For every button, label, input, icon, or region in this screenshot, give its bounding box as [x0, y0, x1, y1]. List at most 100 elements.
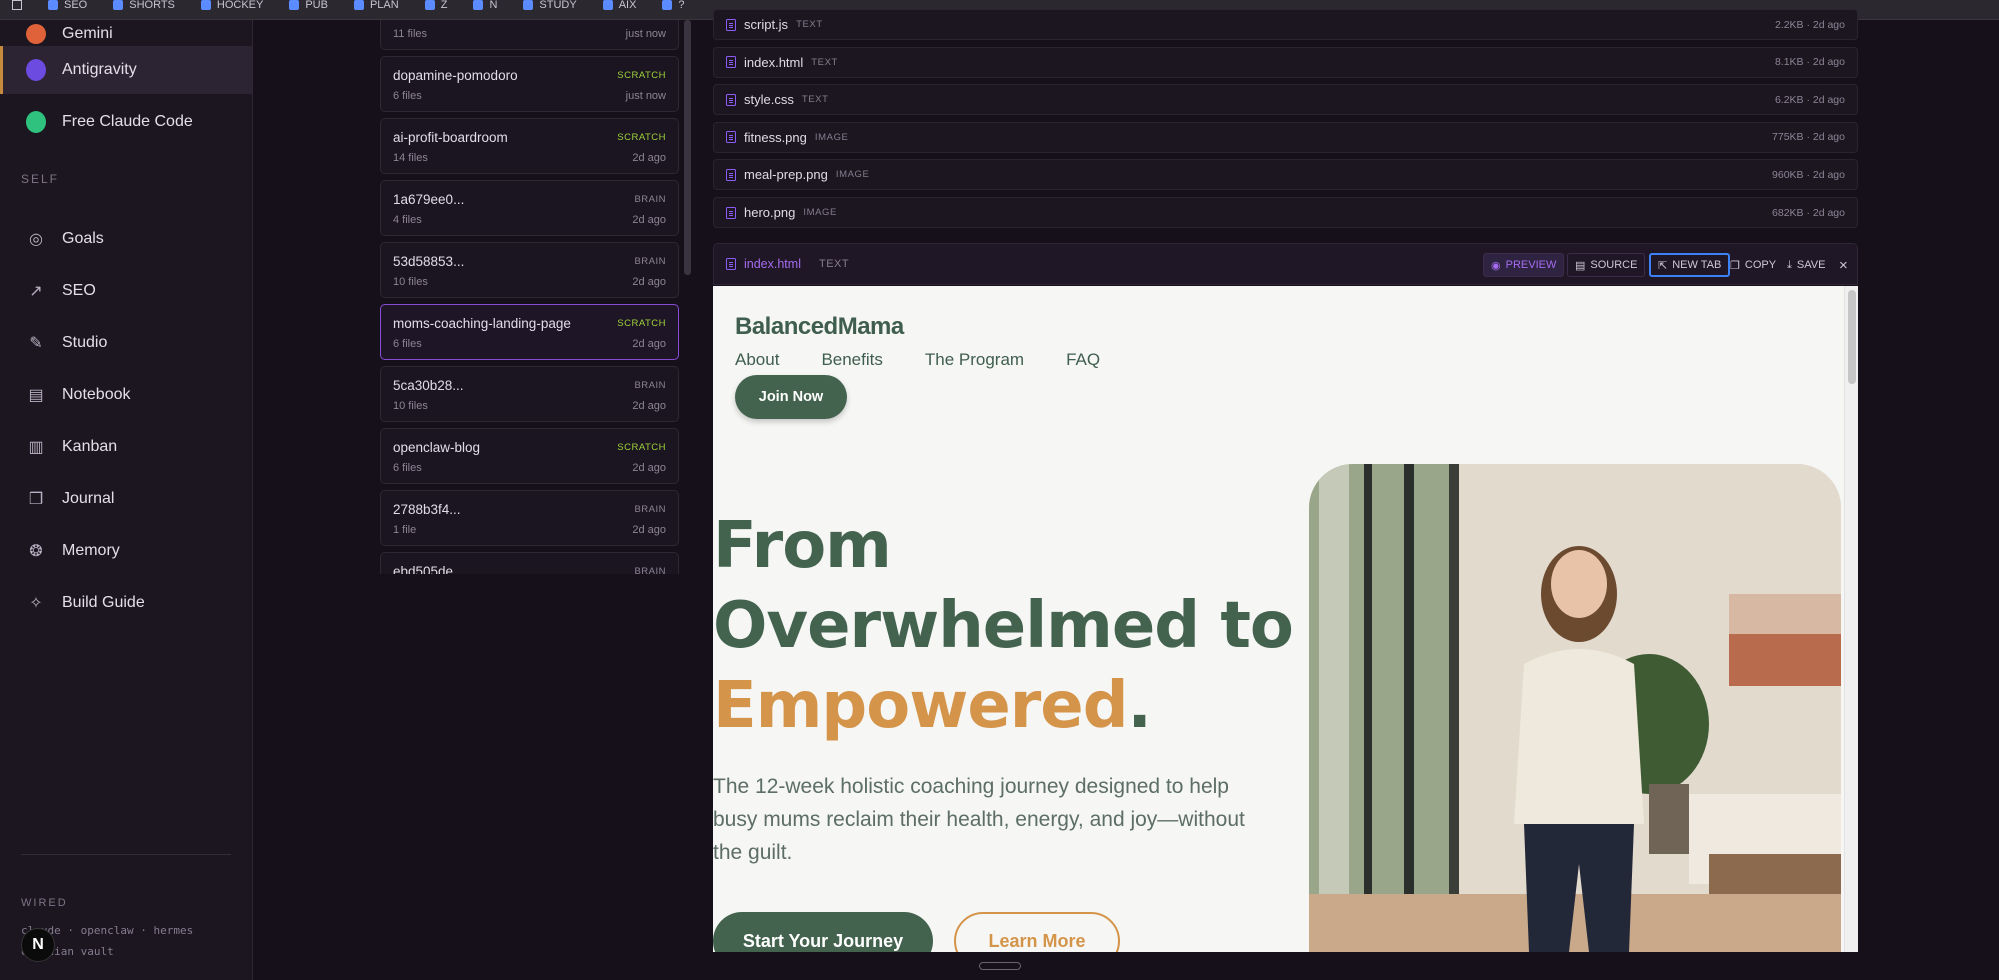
project-card[interactable]: moms-coaching-landing-page 6 files SCRATCH… — [380, 304, 679, 360]
start-journey-button[interactable]: Start Your Journey — [713, 912, 933, 952]
file-row[interactable]: meal-prep.png IMAGE 960KB · 2d ago — [713, 159, 1858, 191]
home-indicator[interactable] — [979, 962, 1021, 970]
project-card[interactable]: 1a679ee0... 4 files BRAIN 2d ago — [380, 180, 679, 236]
project-time: just now — [625, 90, 666, 102]
file-type: IMAGE — [803, 207, 837, 218]
project-card[interactable]: openclaw-blog 6 files SCRATCH 2d ago — [380, 428, 679, 484]
project-tag: BRAIN — [634, 194, 666, 205]
file-name: fitness.png — [744, 129, 807, 145]
file-name: style.css — [744, 92, 794, 108]
project-card[interactable]: 11 files just now — [380, 20, 679, 50]
file-name: script.js — [744, 17, 789, 32]
close-button[interactable]: × — [1832, 253, 1855, 277]
n-logo[interactable]: N — [21, 928, 55, 962]
site-logo[interactable]: BalancedMama — [735, 313, 904, 341]
project-time: 2d ago — [632, 462, 666, 474]
project-tag: BRAIN — [634, 504, 666, 515]
magic-wand-icon: ✎ — [29, 335, 43, 352]
sidebar-item-goals[interactable]: ◎ Goals — [0, 215, 252, 263]
join-now-button[interactable]: Join Now — [735, 375, 847, 419]
hero-title: From Overwhelmed to Empowered. — [713, 509, 1294, 743]
bookmark-item[interactable]: PLAN — [353, 0, 399, 11]
project-card[interactable]: 2788b3f4... 1 file BRAIN 2d ago — [380, 490, 679, 546]
file-icon — [726, 93, 736, 106]
project-name: 2788b3f4... — [393, 502, 461, 517]
bookmark-icon — [424, 0, 435, 10]
sidebar-item-antigravity[interactable]: Antigravity — [0, 46, 252, 94]
apps-grid-icon[interactable] — [12, 0, 22, 10]
sidebar-item-label: Notebook — [62, 386, 131, 403]
site-nav-program[interactable]: The Program — [925, 350, 1024, 370]
project-file-count: 10 files — [393, 276, 428, 288]
bookmark-item[interactable]: AIX — [602, 0, 636, 11]
sidebar-item-kanban[interactable]: ▥ Kanban — [0, 423, 252, 471]
site-nav-faq[interactable]: FAQ — [1066, 350, 1100, 370]
copy-button[interactable]: ❐ COPY — [1723, 253, 1783, 277]
project-card[interactable]: ai-profit-boardroom 14 files SCRATCH 2d ago — [380, 118, 679, 174]
source-button[interactable]: ▤ SOURCE — [1567, 253, 1646, 277]
file-row[interactable]: script.js TEXT 2.2KB · 2d ago — [713, 9, 1858, 40]
project-file-count: 6 files — [393, 462, 422, 474]
project-list-scrollbar[interactable] — [684, 20, 691, 275]
close-icon: × — [1839, 256, 1848, 274]
bookmark-item[interactable]: HOCKEY — [200, 0, 263, 11]
sidebar-item-notebook[interactable]: ▤ Notebook — [0, 371, 252, 419]
file-icon — [726, 131, 736, 144]
file-type: TEXT — [796, 19, 823, 30]
hero-photo-illustration — [1309, 464, 1841, 952]
bookmark-item[interactable]: SEO — [48, 0, 87, 11]
project-time: 2d ago — [632, 524, 666, 536]
bookmark-icon — [200, 0, 211, 10]
sidebar-item-label: Antigravity — [62, 61, 137, 78]
sidebar-item-build-guide[interactable]: ✧ Build Guide — [0, 579, 252, 627]
sidebar-item-seo[interactable]: ↗ SEO — [0, 267, 252, 315]
project-tag: SCRATCH — [617, 318, 666, 329]
project-card[interactable]: ebd505de... BRAIN — [380, 552, 679, 574]
site-nav-about[interactable]: About — [735, 350, 779, 370]
hero-image — [1309, 464, 1841, 952]
sidebar-item-label: SEO — [62, 282, 96, 299]
project-tag: BRAIN — [634, 256, 666, 267]
file-name: meal-prep.png — [744, 167, 828, 183]
save-button[interactable]: ⤓ SAVE — [1780, 253, 1832, 277]
project-card[interactable]: dopamine-pomodoro 6 files SCRATCH just now — [380, 56, 679, 112]
bookmark-item[interactable]: N — [473, 0, 497, 11]
hero-title-accent: Empowered — [713, 669, 1128, 743]
learn-more-button[interactable]: Learn More — [954, 912, 1120, 952]
bookmark-item[interactable]: ? — [662, 0, 685, 11]
project-name: dopamine-pomodoro — [393, 68, 518, 83]
project-time: 2d ago — [632, 400, 666, 412]
project-tag: BRAIN — [634, 380, 666, 391]
sidebar-item-journal[interactable]: ❒ Journal — [0, 475, 252, 523]
trending-up-icon: ↗ — [29, 283, 43, 300]
file-row[interactable]: fitness.png IMAGE 775KB · 2d ago — [713, 121, 1858, 153]
preview-button[interactable]: ◉ PREVIEW — [1483, 253, 1565, 277]
project-file-count: 6 files — [393, 338, 422, 350]
bookmark-item[interactable]: PUB — [289, 0, 328, 11]
bookmark-item[interactable]: STUDY — [523, 0, 577, 11]
preview-scrollbar[interactable] — [1848, 290, 1856, 384]
project-file-count: 10 files — [393, 400, 428, 412]
new-tab-button[interactable]: ⇱ NEW TAB — [1649, 253, 1731, 277]
bookmark-item[interactable]: Z — [424, 0, 447, 11]
sidebar-item-memory[interactable]: ❂ Memory — [0, 527, 252, 575]
sidebar-item-label: Gemini — [62, 25, 113, 42]
bookmark-icon — [289, 0, 300, 10]
sidebar-item-free-claude-code[interactable]: Free Claude Code — [0, 98, 252, 146]
file-row[interactable]: style.css TEXT 6.2KB · 2d ago — [713, 84, 1858, 116]
eye-icon: ◉ — [1491, 259, 1501, 272]
site-nav-benefits[interactable]: Benefits — [821, 350, 882, 370]
bookmark-icon — [662, 0, 673, 10]
file-row[interactable]: index.html TEXT 8.1KB · 2d ago — [713, 46, 1858, 78]
project-card[interactable]: 5ca30b28... 10 files BRAIN 2d ago — [380, 366, 679, 422]
project-time: 2d ago — [632, 338, 666, 350]
project-tag: SCRATCH — [617, 132, 666, 143]
project-card[interactable]: 53d58853... 10 files BRAIN 2d ago — [380, 242, 679, 298]
file-name: hero.png — [744, 205, 796, 220]
sidebar-item-studio[interactable]: ✎ Studio — [0, 319, 252, 367]
preview-frame[interactable]: BalancedMama About Benefits The Program … — [713, 286, 1858, 952]
file-row[interactable]: hero.png IMAGE 682KB · 2d ago — [713, 197, 1858, 228]
preview-scroll-track[interactable] — [1844, 286, 1858, 952]
preview-file-name: index.html — [744, 257, 801, 271]
bookmark-item[interactable]: SHORTS — [113, 0, 175, 11]
